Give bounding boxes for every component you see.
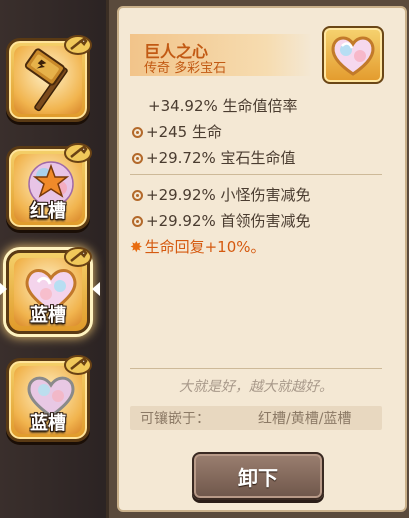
wrench-icon	[64, 143, 92, 163]
stat-gem-hp: +29.72% 宝石生命值	[132, 147, 296, 168]
unequip-button[interactable]: 卸下	[192, 452, 324, 500]
wrench-icon	[64, 355, 92, 375]
item-icon-frame[interactable]	[322, 26, 384, 84]
stat-boss-text: +29.92% 首领伤害减免	[146, 212, 311, 230]
stat-hp: +245 生命	[132, 121, 222, 142]
stat-special-regen: ✸ 生命回复+10%。	[130, 236, 266, 257]
wrench-icon	[64, 247, 92, 267]
heart-gem-icon	[331, 36, 375, 76]
slot-blue-2[interactable]: 蓝槽	[6, 355, 92, 442]
divider	[130, 174, 382, 175]
socket-compat-label: 可镶嵌于：	[140, 411, 210, 427]
stat-boss-dmg-reduction: +29.92% 首领伤害减免	[132, 210, 311, 231]
slot-blue-selected[interactable]: 蓝槽	[6, 247, 92, 334]
slot-red[interactable]: 红槽	[6, 143, 92, 230]
stat-bullet-icon	[132, 153, 143, 164]
stat-bullet-icon	[132, 190, 143, 201]
stat-hp-text: +245 生命	[146, 123, 222, 141]
stat-hp-multiplier: +34.92% 生命值倍率	[148, 97, 298, 115]
stat-minion-dmg-reduction: +29.92% 小怪伤害减免	[132, 184, 311, 205]
divider	[130, 368, 382, 369]
wrench-icon	[64, 35, 92, 55]
stat-gem-hp-text: +29.72% 宝石生命值	[146, 149, 296, 167]
stat-special-text: 生命回复+10%。	[144, 238, 266, 256]
item-rarity-type: 传奇 多彩宝石	[144, 61, 227, 76]
stat-bullet-icon	[132, 127, 143, 138]
stat-minion-text: +29.92% 小怪伤害减免	[146, 186, 311, 204]
flavor-text: 大就是好，越大就越好。	[179, 379, 333, 395]
slot-blue-label: 蓝槽	[30, 305, 66, 326]
star-icon: ✸	[130, 238, 143, 256]
selection-arrow-left-icon	[0, 282, 7, 296]
slot-red-label: 红槽	[30, 201, 66, 222]
selection-arrow-right-icon	[92, 282, 100, 296]
socket-compat-value: 红槽/黄槽/蓝槽	[258, 411, 352, 427]
stat-bullet-icon	[132, 216, 143, 227]
slot-weapon[interactable]	[6, 35, 92, 122]
slot-blue-2-label: 蓝槽	[30, 413, 66, 434]
